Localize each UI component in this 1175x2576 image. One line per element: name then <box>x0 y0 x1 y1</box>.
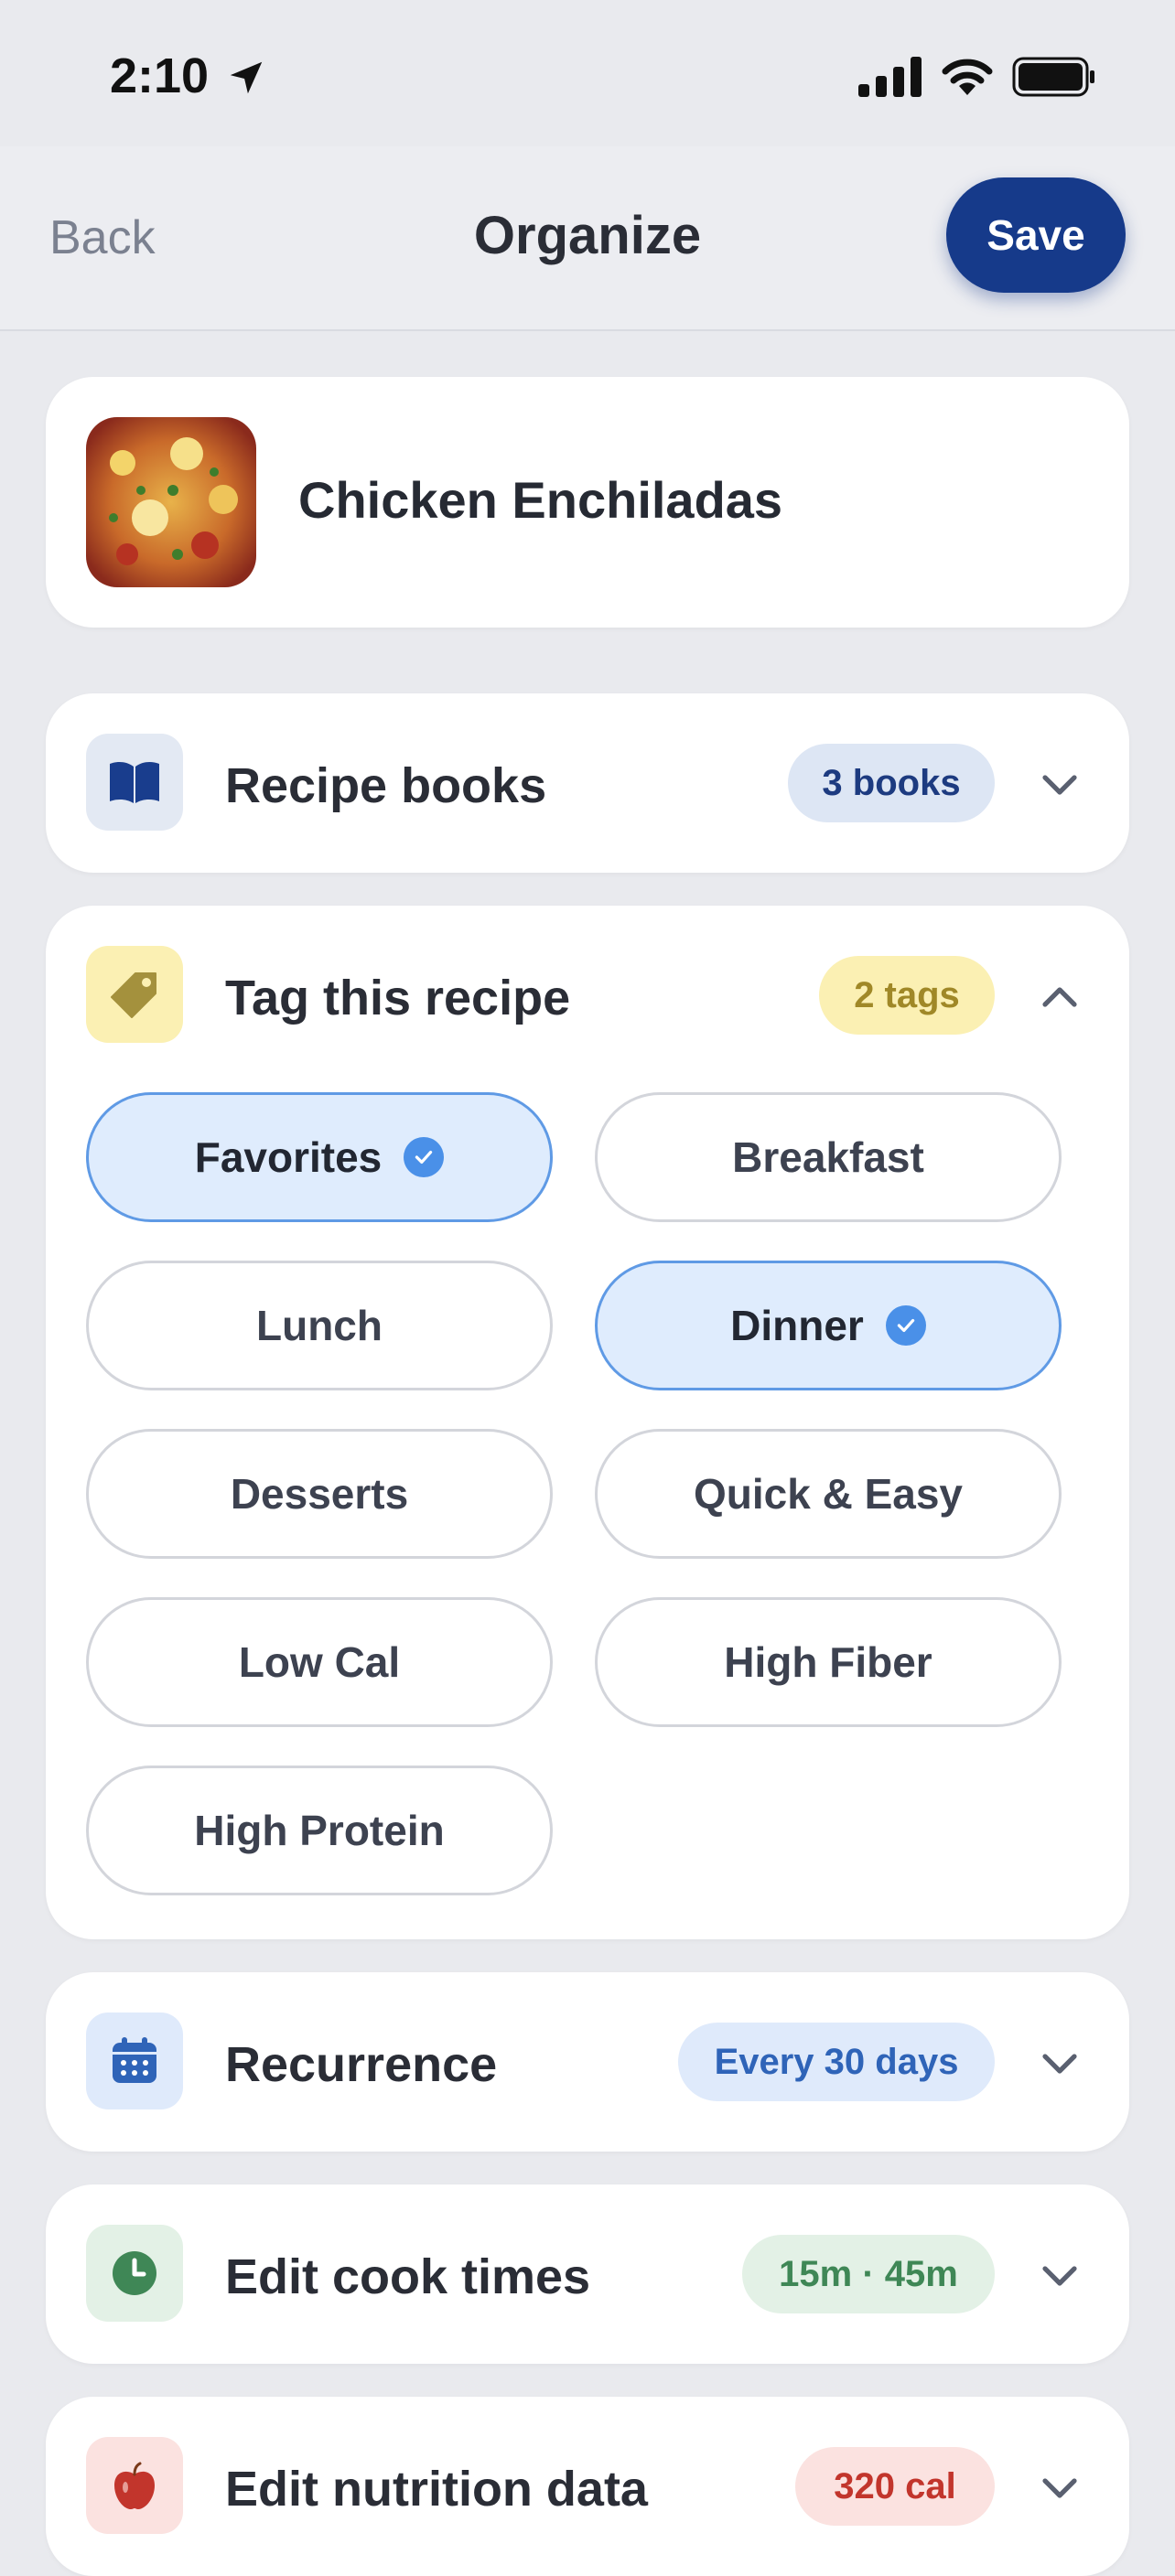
chevron-down-icon[interactable] <box>1038 2466 1082 2510</box>
tags-section-card: Tag this recipe 2 tags Favorites Breakfa… <box>46 906 1129 1939</box>
recurrence-label: Recurrence <box>225 2037 498 2092</box>
tag-chip-label: Desserts <box>230 1470 409 1518</box>
checkmark-icon <box>885 1305 926 1346</box>
cook-times-label: Edit cook times <box>225 2249 591 2304</box>
tag-chip-label: High Fiber <box>724 1638 932 1686</box>
cook-times-row[interactable]: Edit cook times 15m · 45m <box>46 2184 1129 2364</box>
book-icon <box>86 734 183 831</box>
cellular-signal-icon <box>858 57 922 97</box>
chevron-down-icon[interactable] <box>1038 763 1082 807</box>
chevron-up-icon[interactable] <box>1038 975 1082 1019</box>
recipe-books-label: Recipe books <box>225 758 547 813</box>
apple-icon <box>86 2437 183 2534</box>
chevron-down-icon[interactable] <box>1038 2254 1082 2298</box>
save-button[interactable]: Save <box>946 177 1126 293</box>
recipe-books-row[interactable]: Recipe books 3 books <box>46 693 1129 873</box>
recipe-header-card: Chicken Enchiladas <box>46 377 1129 628</box>
chevron-down-icon[interactable] <box>1038 2042 1082 2086</box>
battery-icon <box>1012 57 1094 97</box>
tag-chip-breakfast[interactable]: Breakfast <box>595 1092 1062 1222</box>
tag-chip-dinner[interactable]: Dinner <box>595 1261 1062 1390</box>
calendar-icon <box>86 2012 183 2109</box>
nutrition-label: Edit nutrition data <box>225 2462 648 2517</box>
cook-times-badge: 15m · 45m <box>742 2235 995 2313</box>
tag-icon <box>86 946 183 1043</box>
tags-count-badge: 2 tags <box>819 956 995 1035</box>
recipe-name: Chicken Enchiladas <box>298 471 783 529</box>
tag-chip-label: High Protein <box>194 1807 445 1854</box>
tag-chip-high-protein[interactable]: High Protein <box>86 1766 553 1895</box>
tag-chip-label: Favorites <box>194 1133 383 1181</box>
tag-chip-low-cal[interactable]: Low Cal <box>86 1597 553 1727</box>
tag-chip-favorites[interactable]: Favorites <box>86 1092 553 1222</box>
status-bar: 2:10 <box>0 0 1175 146</box>
clock-icon <box>86 2225 183 2322</box>
recurrence-row[interactable]: Recurrence Every 30 days <box>46 1972 1129 2152</box>
tag-chip-label: Dinner <box>730 1302 864 1349</box>
status-time: 2:10 <box>110 48 210 103</box>
location-arrow-icon <box>230 61 263 94</box>
navigation-bar: Back Organize Save <box>0 146 1175 331</box>
tag-chip-label: Breakfast <box>732 1133 924 1181</box>
books-count-badge: 3 books <box>788 744 995 822</box>
tag-chip-quick-easy[interactable]: Quick & Easy <box>595 1429 1062 1559</box>
nutrition-row[interactable]: Edit nutrition data 320 cal <box>46 2397 1129 2576</box>
tag-recipe-label: Tag this recipe <box>225 971 571 1025</box>
tag-chip-label: Low Cal <box>238 1638 401 1686</box>
tag-chip-label: Quick & Easy <box>693 1470 964 1518</box>
tag-chip-high-fiber[interactable]: High Fiber <box>595 1597 1062 1727</box>
recurrence-badge: Every 30 days <box>678 2023 995 2101</box>
tag-chip-lunch[interactable]: Lunch <box>86 1261 553 1390</box>
tag-chip-desserts[interactable]: Desserts <box>86 1429 553 1559</box>
checkmark-icon <box>404 1137 445 1177</box>
tag-chip-label: Lunch <box>256 1302 383 1349</box>
recipe-thumbnail <box>86 417 256 587</box>
wifi-icon <box>942 59 993 95</box>
nutrition-badge: 320 cal <box>795 2447 995 2526</box>
